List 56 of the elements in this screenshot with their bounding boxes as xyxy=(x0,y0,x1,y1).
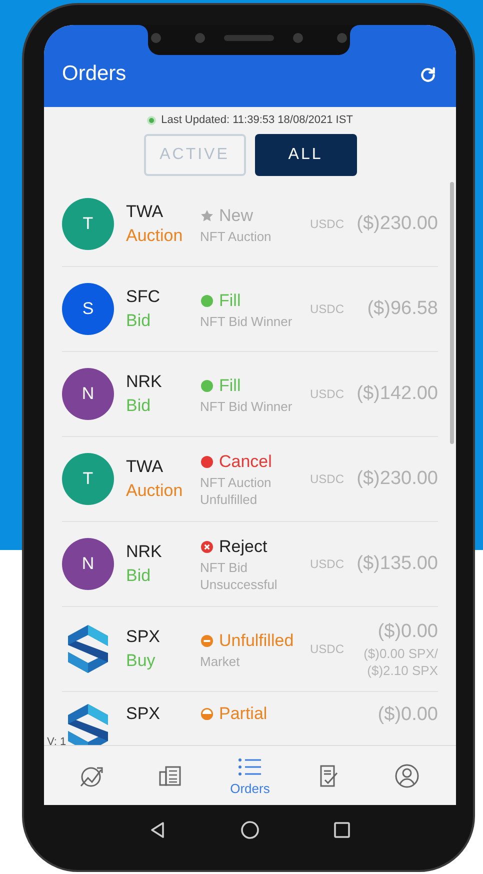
symbol-text: NRK xyxy=(126,371,163,393)
symbol-text: SPX xyxy=(126,626,162,648)
order-type-text: Buy xyxy=(126,650,156,672)
order-type-text: Bid xyxy=(126,395,152,417)
order-type-text: Bid xyxy=(126,565,152,587)
description-text: NFT Auction xyxy=(200,228,272,244)
recents-icon[interactable] xyxy=(332,820,352,840)
currency-text: USDC xyxy=(310,386,346,403)
currency-text: USDC xyxy=(310,471,346,488)
status-text: New xyxy=(219,204,254,226)
amount-text: ($)135.00 xyxy=(356,552,438,576)
description-text: Unfulfilled xyxy=(200,491,258,508)
status-text: Fill xyxy=(219,290,241,312)
avatar: S xyxy=(62,283,114,335)
symbol-text: TWA xyxy=(126,456,164,478)
amount-text: ($)142.00 xyxy=(356,382,438,406)
symbol-text: SPX xyxy=(126,703,162,725)
amount-text: ($)230.00 xyxy=(356,212,438,236)
description-text: NFT Bid Winner xyxy=(200,312,294,330)
symbol-text: NRK xyxy=(126,541,163,563)
currency-text: USDC xyxy=(310,301,346,318)
order-type-text: Auction xyxy=(126,480,184,502)
description-text: Unsuccessful xyxy=(200,576,278,593)
detail-text: ($)0.00 SPX/ xyxy=(364,645,438,662)
status-text: Unfulfilled xyxy=(219,630,294,652)
description-text: NFT Auction xyxy=(200,474,272,491)
description-text: NFT Bid Winner xyxy=(200,398,294,414)
currency-text: USDC xyxy=(310,556,346,573)
description-text: Market xyxy=(200,652,241,670)
amount-text: ($)230.00 xyxy=(356,467,438,491)
currency-text: USDC xyxy=(310,216,346,233)
symbol-text: SFC xyxy=(126,286,161,308)
last-updated-text: Last Updated: 11:39:53 18/08/2021 IST xyxy=(161,112,353,128)
status-text: Fill xyxy=(219,374,241,396)
currency-text: USDC xyxy=(310,641,346,658)
avatar: T xyxy=(62,198,114,250)
avatar: N xyxy=(62,538,114,590)
symbol-text: TWA xyxy=(126,201,164,223)
order-type-text: Auction xyxy=(126,225,184,247)
nav-tab[interactable]: Orders xyxy=(218,748,282,802)
status-text: Reject xyxy=(219,536,268,558)
status-text: Cancel xyxy=(219,451,272,473)
tab[interactable]: ALL xyxy=(254,134,356,176)
amount-text: ($)0.00 xyxy=(378,620,438,644)
avatar: N xyxy=(62,368,114,420)
amount-text: ($)96.58 xyxy=(367,297,438,321)
home-icon[interactable] xyxy=(240,820,260,840)
refresh-icon[interactable] xyxy=(418,65,438,85)
order-type-text: Bid xyxy=(126,310,152,332)
amount-text: ($)0.00 xyxy=(378,703,438,727)
description-text: NFT Bid xyxy=(200,559,248,576)
header-title: Orders xyxy=(62,60,126,86)
avatar: T xyxy=(62,453,114,505)
detail-text: ($)2.10 SPX xyxy=(367,662,438,679)
status-text: Partial xyxy=(219,703,268,725)
version-text: V: 1 xyxy=(47,735,66,745)
